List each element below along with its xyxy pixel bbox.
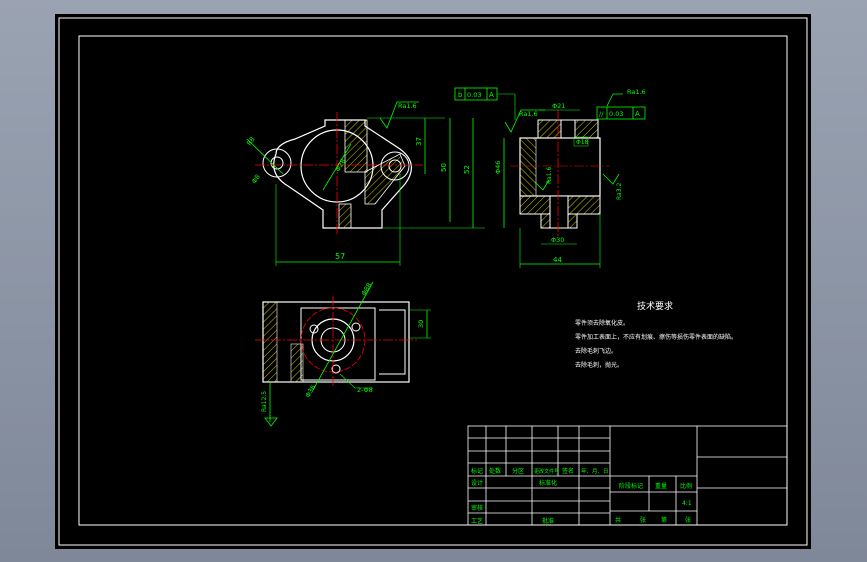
side-dim-bottom-small: Φ30	[551, 236, 564, 244]
tb-standardization: 标准化	[539, 479, 557, 487]
tb-header-mark: 标记	[471, 467, 483, 475]
tb-sheets-total: 共	[615, 516, 621, 524]
tech-item-4: 去除毛刺，抛光。	[575, 361, 623, 369]
front-view[interactable]: 57 37 50 52 Ra1.6 R8 Φ8 Φ28	[245, 101, 485, 266]
top-view[interactable]: Φ88 Φ36 2-Φ8 30 Ra12.5	[255, 281, 431, 427]
tb-design: 设计	[471, 479, 483, 487]
side-dim-left: Φ46	[494, 161, 502, 174]
front-dim-right-2: 50	[440, 163, 448, 172]
side-roughness-top-left: Ra1.6	[519, 110, 538, 118]
tb-header-signature: 签名	[562, 467, 574, 475]
tech-item-2: 零件加工表面上，不应有划痕、擦伤等损伤零件表面的缺陷。	[575, 333, 737, 341]
front-dim-diag-1: R8	[245, 135, 257, 147]
svg-text:A: A	[489, 91, 494, 99]
side-roughness-mid: Ra1.6	[546, 167, 553, 184]
tb-stage-mark: 阶段标记	[619, 482, 643, 490]
tb-weight: 重量	[655, 482, 667, 490]
top-dim-right: 30	[417, 320, 425, 328]
tech-item-1: 零件须去除氧化皮。	[575, 319, 629, 327]
tech-title: 技术要求	[637, 300, 673, 312]
tb-scale-value: 4:1	[682, 500, 692, 507]
tech-item-3: 去除毛刺飞边。	[575, 347, 617, 355]
inner-frame	[78, 35, 788, 526]
top-dim-diag-top: Φ88	[360, 281, 374, 297]
tb-scale: 比例	[680, 482, 692, 490]
top-dim-holes: 2-Φ8	[357, 386, 373, 394]
front-dim-right-3: 52	[463, 165, 471, 174]
side-dim-bottom: 44	[553, 256, 562, 264]
front-hole-left	[270, 156, 284, 170]
tb-header-date: 年、月、日	[581, 467, 609, 475]
tb-header-change-doc: 更改文件号	[534, 468, 559, 475]
svg-text:A: A	[635, 110, 640, 118]
tb-process: 工艺	[471, 517, 483, 525]
tolerance-frame-left: b 0.03 A	[454, 87, 516, 120]
tb-header-zone: 分区	[512, 467, 524, 475]
side-roughness-top-right: Ra1.6	[627, 88, 646, 96]
front-hatch-bottom	[338, 203, 352, 229]
svg-text:0.03: 0.03	[609, 110, 623, 118]
top-outline	[262, 301, 410, 383]
svg-text:b: b	[458, 91, 463, 99]
tb-sheets-unit: 张	[640, 516, 646, 524]
side-dim-inner: Φ18	[576, 139, 589, 146]
tb-review: 审核	[471, 504, 483, 512]
front-dim-diag-2: Φ8	[250, 173, 262, 185]
technical-requirements[interactable]: 技术要求 零件须去除氧化皮。 零件加工表面上，不应有划痕、擦伤等损伤零件表面的缺…	[575, 300, 737, 369]
title-block[interactable]	[467, 425, 788, 526]
svg-text:0.03: 0.03	[467, 91, 481, 99]
front-dim-right-1: 37	[415, 137, 423, 146]
tb-header-count: 处数	[489, 467, 501, 475]
outer-frame	[58, 17, 808, 546]
tb-sheet-unit2: 张	[685, 516, 691, 524]
side-view[interactable]: b 0.03 A // 0.03 A Ra1.6 Ra1.6 Φ21 Φ18 Φ…	[454, 87, 646, 268]
tb-sheet-no: 第	[661, 516, 667, 524]
cad-workspace: 57 37 50 52 Ra1.6 R8 Φ8 Φ28 b 0.03 A // …	[0, 0, 867, 562]
svg-text://: //	[599, 110, 604, 118]
side-roughness-right: Ra3.2	[616, 183, 623, 200]
front-hatch-top	[344, 119, 368, 173]
front-dim-bottom: 57	[335, 252, 345, 261]
drawing-svg: 57 37 50 52 Ra1.6 R8 Φ8 Φ28 b 0.03 A // …	[58, 17, 808, 546]
top-roughness-left: Ra12.5	[261, 391, 268, 412]
side-dim-top: Φ21	[552, 102, 565, 110]
tb-approve: 批准	[542, 517, 554, 525]
drawing-canvas[interactable]: 57 37 50 52 Ra1.6 R8 Φ8 Φ28 b 0.03 A // …	[55, 14, 811, 549]
tolerance-frame-right: // 0.03 A	[596, 106, 646, 120]
front-roughness: Ra1.6	[398, 102, 417, 110]
